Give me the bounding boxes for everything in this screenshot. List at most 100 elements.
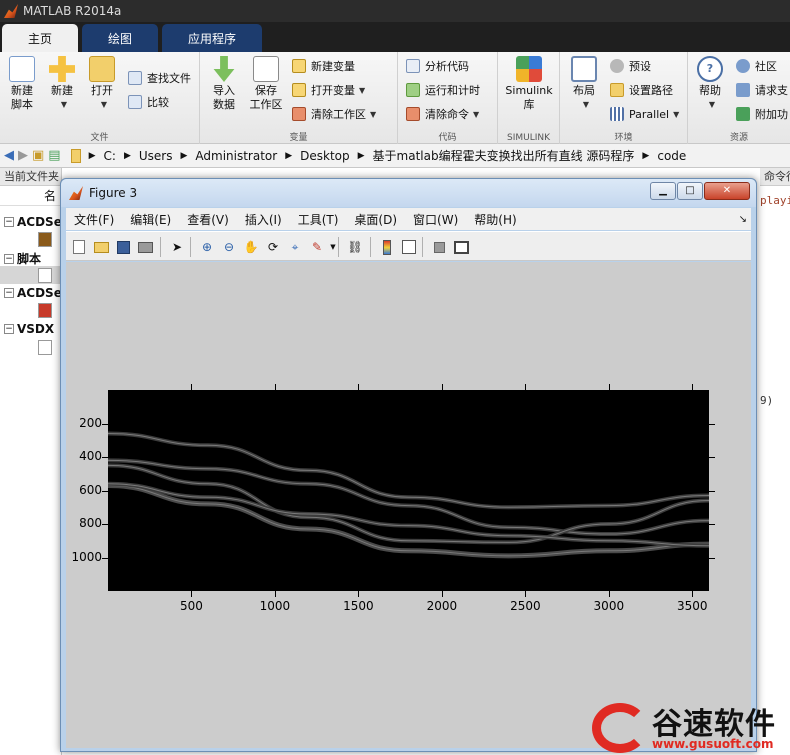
current-folder-pane: 当前文件夹 名 − ACDSe − 脚本 − ACDSe − VSDX [0,168,62,755]
clear-commands-button[interactable]: 清除命令 ▼ [406,104,479,124]
x-tick-mark [191,591,193,597]
pan-icon[interactable]: ✋ [242,238,260,256]
breadcrumb-users[interactable]: Users [139,149,173,163]
command-window-pane[interactable]: 命令行窗口 playi 9) [760,168,790,755]
show-tools-icon[interactable] [452,238,470,256]
help-icon: ? [697,56,723,82]
community-button[interactable]: 社区 [736,56,777,76]
png-file-icon [38,303,52,318]
new-figure-icon[interactable] [70,238,88,256]
add-ons-icon [736,107,750,121]
tree-group-script[interactable]: − 脚本 [4,250,41,267]
breadcrumb-code[interactable]: code [657,149,686,163]
tab-plots[interactable]: 绘图 [82,24,159,52]
set-path-button[interactable]: 设置路径 [610,80,673,100]
y-tick-mark [102,557,108,559]
compare-button[interactable]: 比较 [128,92,169,112]
breadcrumb-drive[interactable]: C: [104,149,116,163]
figure-canvas[interactable]: 500 1000 1500 2000 2500 3000 3500 200 400 600 800 1… [66,262,751,748]
layout-button[interactable]: 布局 ▼ [564,56,604,112]
open-variable-button[interactable]: 打开变量 ▼ [292,80,365,100]
command-snippet-2: 9) [760,394,774,407]
pointer-icon[interactable]: ➤ [168,238,186,256]
save-workspace-button[interactable]: 保存 工作区 [246,56,286,112]
tree-group-acdsee-2[interactable]: − ACDSe [4,286,62,300]
link-icon[interactable]: ⛓ [346,238,364,256]
data-cursor-icon[interactable]: ⌖ [286,238,304,256]
breadcrumb-desktop[interactable]: Desktop [300,149,350,163]
brush-dropdown-icon[interactable]: ▼ [324,238,342,256]
accumulator-curve-core [107,483,710,547]
clear-workspace-button[interactable]: 清除工作区 ▼ [292,104,376,124]
tree-group-vsdx[interactable]: − VSDX [4,322,54,336]
run-time-icon [406,83,420,97]
maximize-button[interactable]: □ [677,182,703,200]
run-and-time-button[interactable]: 运行和计时 [406,80,480,100]
column-name-header[interactable]: 名 [0,186,61,206]
new-script-button[interactable]: 新建 脚本 [2,56,42,112]
figure-toolbar: ➤ ⊕ ⊖ ✋ ⟳ ⌖ ✎ ▼ ⛓ [66,231,751,261]
up-folder-icon[interactable]: ▣ [32,148,44,163]
browse-folder-icon[interactable]: ▤ [48,148,60,163]
find-files-button[interactable]: 查找文件 [128,68,191,88]
breadcrumb-project[interactable]: 基于matlab编程霍夫变换找出所有直线 源码程序 [373,147,635,164]
x-tick-mark [441,591,443,597]
add-ons-button[interactable]: 附加功 [736,104,788,124]
import-data-button[interactable]: 导入 数据 [204,56,244,112]
collapse-icon[interactable]: − [4,324,14,334]
x-tick-mark [441,384,443,390]
simulink-library-button[interactable]: Simulink 库 [502,56,556,112]
print-icon[interactable] [136,238,154,256]
x-tick-mark [692,384,694,390]
minimize-button[interactable]: ▁ [650,182,676,200]
tab-home[interactable]: 主页 [2,24,79,52]
hough-plot-axes[interactable] [107,390,710,591]
menu-desktop[interactable]: 桌面(D) [346,211,405,228]
collapse-icon[interactable]: − [4,253,14,264]
y-tick-mark [709,490,715,492]
menu-view[interactable]: 查看(V) [179,211,237,228]
parallel-button[interactable]: Parallel ▼ [610,104,679,124]
dock-arrow-icon[interactable]: ↘ [739,214,747,225]
preferences-button[interactable]: 预设 [610,56,651,76]
menu-window[interactable]: 窗口(W) [405,211,466,228]
zoom-out-icon[interactable]: ⊖ [220,238,238,256]
collapse-icon[interactable]: − [4,217,14,227]
command-snippet: playi [760,194,790,207]
rotate-icon[interactable]: ⟳ [264,238,282,256]
x-tick-label: 500 [180,599,203,613]
breadcrumb-administrator[interactable]: Administrator [195,149,277,163]
legend-icon[interactable] [400,238,418,256]
open-button[interactable]: 打开 ▼ [82,56,122,112]
zoom-in-icon[interactable]: ⊕ [198,238,216,256]
watermark-logo-icon [592,703,648,753]
colorbar-icon[interactable] [378,238,396,256]
ribbon-tab-row: 主页 绘图 应用程序 [0,22,790,52]
open-icon[interactable] [92,238,110,256]
save-icon[interactable] [114,238,132,256]
group-file-label: 文件 [90,133,109,143]
y-tick-mark [709,423,715,425]
request-support-button[interactable]: 请求支 [736,80,788,100]
analyze-code-button[interactable]: 分析代码 [406,56,469,76]
back-arrow-icon[interactable]: ◀ [4,148,14,163]
new-variable-button[interactable]: 新建变量 [292,56,355,76]
group-code: 分析代码 运行和计时 清除命令 ▼ 代码 [398,52,498,144]
tab-apps[interactable]: 应用程序 [162,24,263,52]
close-button[interactable]: ✕ [704,182,750,200]
group-file: 新建 脚本 新建 ▼ 打开 ▼ 查找文件 比较 文件 [0,52,200,144]
help-button[interactable]: ? 帮助 ▼ [690,56,730,112]
menu-tools[interactable]: 工具(T) [290,211,347,228]
menu-file[interactable]: 文件(F) [66,211,122,228]
hide-tools-icon[interactable] [430,238,448,256]
forward-arrow-icon[interactable]: ▶ [18,148,28,163]
menu-edit[interactable]: 编辑(E) [122,211,179,228]
menu-help[interactable]: 帮助(H) [466,211,524,228]
new-button[interactable]: 新建 ▼ [42,56,82,112]
selected-file-row[interactable] [0,266,62,284]
new-script-icon [9,56,35,82]
menu-insert[interactable]: 插入(I) [237,211,290,228]
tree-group-acdsee-1[interactable]: − ACDSe [4,215,62,229]
command-window-header: 命令行窗口 [760,168,790,186]
collapse-icon[interactable]: − [4,288,14,298]
